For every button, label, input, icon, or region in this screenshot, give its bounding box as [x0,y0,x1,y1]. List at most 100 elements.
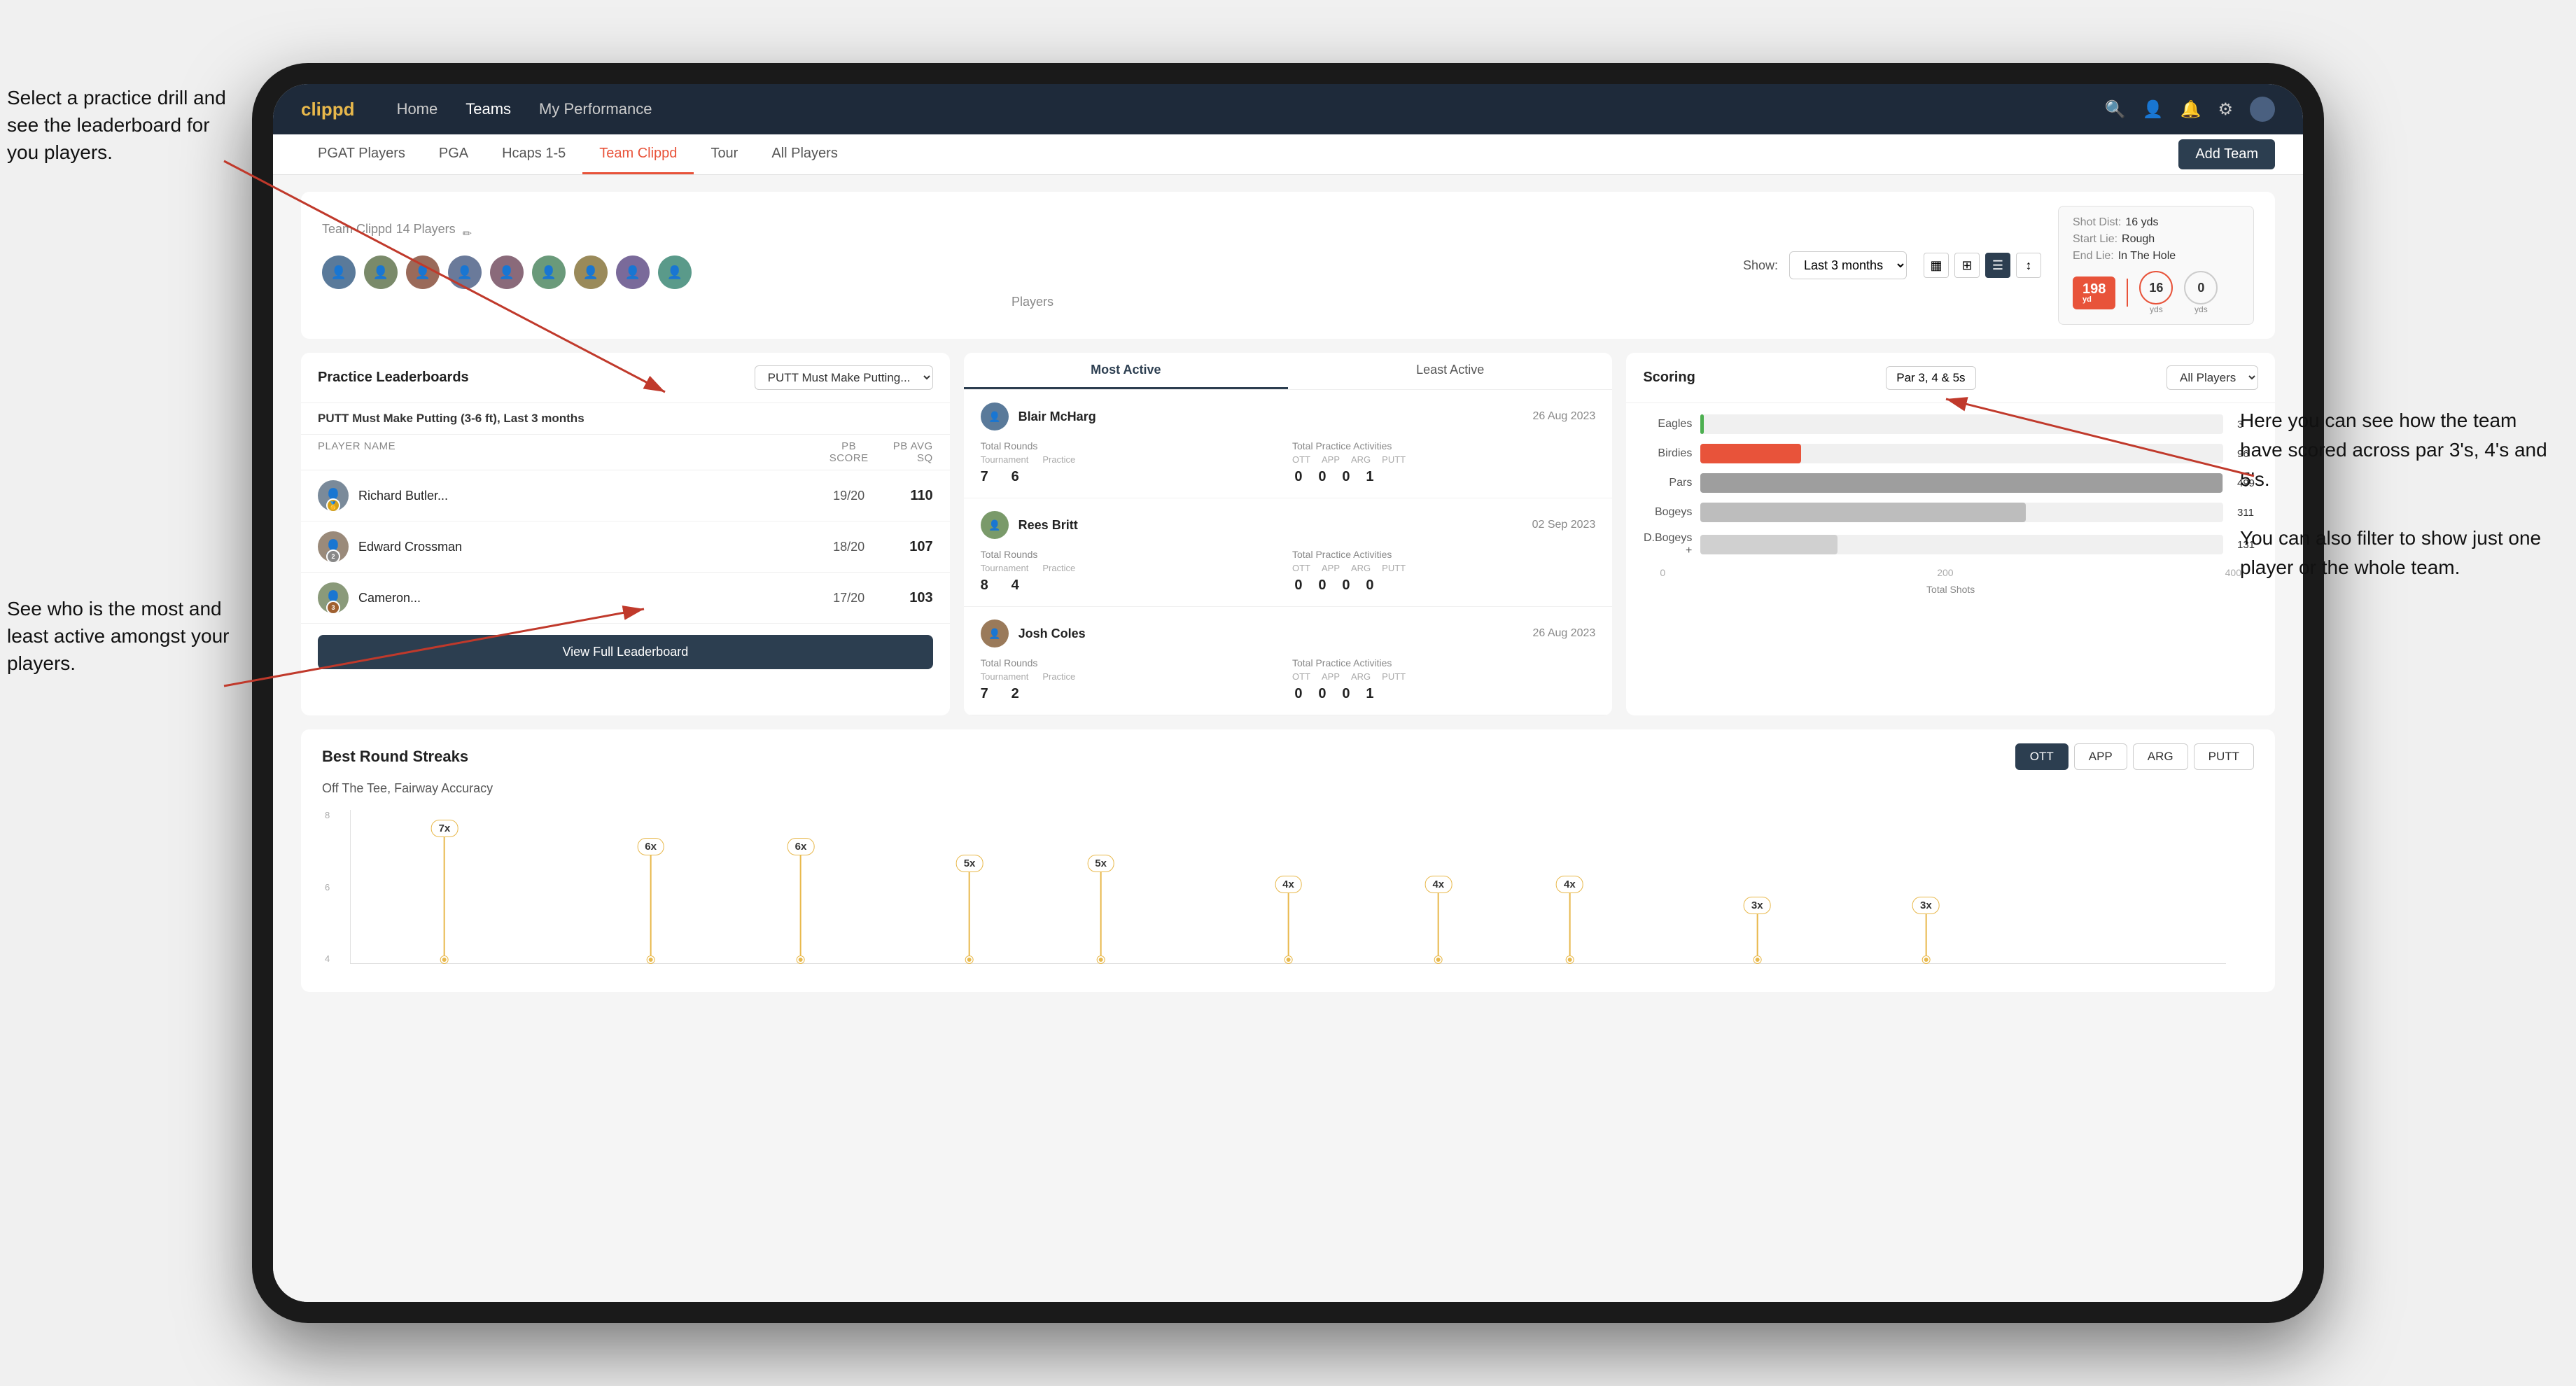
subnav-right: Add Team [2178,139,2275,169]
view-leaderboard-button[interactable]: View Full Leaderboard [318,635,933,669]
edit-icon[interactable]: ✏ [463,227,472,241]
subnav-hcaps[interactable]: Hcaps 1-5 [485,134,582,174]
pin-7x-1: 7x [431,817,458,963]
avatar-6[interactable]: 👤 [532,255,566,289]
badge-bronze: 3 [326,601,340,613]
streak-filter-putt[interactable]: PUTT [2194,743,2254,770]
pin-6x-1: 6x [637,835,664,963]
subnav-teamclippd[interactable]: Team Clippd [582,134,694,174]
nav-home[interactable]: Home [397,100,438,118]
pin-5x-2: 5x [1087,852,1114,963]
apc-header-rees: 👤 Rees Britt 02 Sep 2023 [981,511,1596,539]
user-avatar[interactable] [2250,97,2275,122]
nav-teams[interactable]: Teams [465,100,511,118]
scoring-header: Scoring Par 3, 4 & 5s All Players [1626,353,2275,403]
bell-icon[interactable]: 🔔 [2180,99,2202,120]
rounds-sublabels: Tournament Practice [981,454,1284,465]
lb-name-2: Edward Crossman [358,540,821,554]
streak-filter-app[interactable]: APP [2074,743,2127,770]
streak-filter-ott[interactable]: OTT [2015,743,2068,770]
settings-icon[interactable]: ⚙ [2218,99,2233,120]
avatar-7[interactable]: 👤 [574,255,608,289]
player-count: 14 Players [396,222,456,236]
dbogeys-fill [1700,535,1837,554]
scoring-panel: Scoring Par 3, 4 & 5s All Players Eagles [1626,353,2275,715]
lb-avatar-1: 👤 🥇 [318,480,349,511]
rounds-section-rees: Total Rounds Tournament Practice 8 4 [981,549,1284,594]
subnav-pga[interactable]: PGA [422,134,485,174]
drill-dropdown[interactable]: PUTT Must Make Putting... [755,365,933,390]
pin-4x-3: 4x [1556,873,1583,963]
view-sort-btn[interactable]: ↕ [2016,253,2041,278]
streak-filter-arg[interactable]: ARG [2133,743,2188,770]
search-icon[interactable]: 🔍 [2105,99,2126,120]
apc-date-josh: 26 Aug 2023 [1532,627,1595,640]
avatar-3[interactable]: 👤 [406,255,440,289]
lb-avatar-3: 👤 3 [318,582,349,613]
dbogeys-label: D.Bogeys + [1643,532,1692,557]
show-label: Show: [1743,258,1778,273]
activity-card-rees: 👤 Rees Britt 02 Sep 2023 Total Rounds To… [964,498,1613,607]
tablet-screen: clippd Home Teams My Performance 🔍 👤 🔔 ⚙… [273,84,2303,1302]
people-icon[interactable]: 👤 [2143,99,2164,120]
rounds-values: 7 6 [981,469,1284,485]
lb-row-1[interactable]: 👤 🥇 Richard Butler... 19/20 110 [301,470,950,522]
shot-info-card: Shot Dist: 16 yds Start Lie: Rough End L… [2058,206,2254,325]
birdies-label: Birdies [1643,447,1692,460]
scoring-filter1[interactable]: Par 3, 4 & 5s [1886,366,1975,390]
col-pb-score: PB SCORE [821,440,877,464]
bogeys-label: Bogeys [1643,506,1692,519]
end-lie-val: In The Hole [2118,250,2176,262]
scoring-filter2[interactable]: All Players [2166,365,2258,390]
avatar-9[interactable]: 👤 [658,255,692,289]
chart-area: 7x 6x 6x [350,810,2226,964]
subnav: PGAT Players PGA Hcaps 1-5 Team Clippd T… [273,134,2303,175]
birdies-fill [1700,444,1800,463]
tab-most-active[interactable]: Most Active [964,353,1288,389]
subnav-tour[interactable]: Tour [694,134,755,174]
bar-eagles-row: Eagles 3 [1643,414,2258,434]
pin-3x-2: 3x [1912,894,1940,963]
bar-bogeys-row: Bogeys 311 [1643,503,2258,522]
subnav-allplayers[interactable]: All Players [755,134,854,174]
start-lie-val: Rough [2122,233,2155,246]
apc-stats-blair: Total Rounds Tournament Practice 7 6 [981,440,1596,485]
avatar-8[interactable]: 👤 [616,255,650,289]
navbar-right: 🔍 👤 🔔 ⚙ [2105,97,2275,122]
total-rounds-label: Total Rounds [981,440,1284,451]
activity-panel: Most Active Least Active 👤 Blair McHarg … [964,353,1613,715]
lb-row-2[interactable]: 👤 2 Edward Crossman 18/20 107 [301,522,950,573]
avatar-2[interactable]: 👤 [364,255,398,289]
lb-name-3: Cameron... [358,591,821,606]
start-lie-label: Start Lie: [2073,233,2118,246]
nav-performance[interactable]: My Performance [539,100,652,118]
view-grid2-btn[interactable]: ⊞ [1954,253,1980,278]
tab-least-active[interactable]: Least Active [1288,353,1612,389]
apc-name-rees: Rees Britt [1018,518,1532,533]
badge-silver: 2 [326,550,340,562]
col-pb-avg: PB AVG SQ [877,440,933,464]
bar-pars-row: Pars 499 [1643,473,2258,493]
view-list-btn[interactable]: ☰ [1985,253,2010,278]
apc-header-josh: 👤 Josh Coles 26 Aug 2023 [981,620,1596,648]
avatar-5[interactable]: 👤 [490,255,524,289]
end-lie-label: End Lie: [2073,250,2114,262]
pin-5x-1: 5x [956,852,983,963]
avatar-4[interactable]: 👤 [448,255,482,289]
activities-section-josh: Total Practice Activities OTT APP ARG PU… [1292,657,1595,702]
subnav-pgat[interactable]: PGAT Players [301,134,422,174]
badge-gold: 🥇 [326,498,340,511]
lb-row-3[interactable]: 👤 3 Cameron... 17/20 103 [301,573,950,624]
avatar-1[interactable]: 👤 [322,255,356,289]
eagles-label: Eagles [1643,418,1692,430]
activity-card-josh: 👤 Josh Coles 26 Aug 2023 Total Rounds To… [964,607,1613,715]
view-grid-btn[interactable]: ▦ [1924,253,1949,278]
chart-xlabel: Total Shots [1643,584,2258,603]
view-icons: ▦ ⊞ ☰ ↕ [1924,253,2041,278]
right-yards-circle: 0 yds [2184,271,2218,314]
show-dropdown[interactable]: Last 3 months [1789,251,1907,279]
pars-track [1700,473,2223,493]
add-team-button[interactable]: Add Team [2178,139,2275,169]
team-left: Team Clippd 14 Players ✏ 👤 👤 👤 👤 👤 👤 👤 👤 [322,221,1743,309]
apc-stats-josh: Total Rounds Tournament Practice 7 2 [981,657,1596,702]
